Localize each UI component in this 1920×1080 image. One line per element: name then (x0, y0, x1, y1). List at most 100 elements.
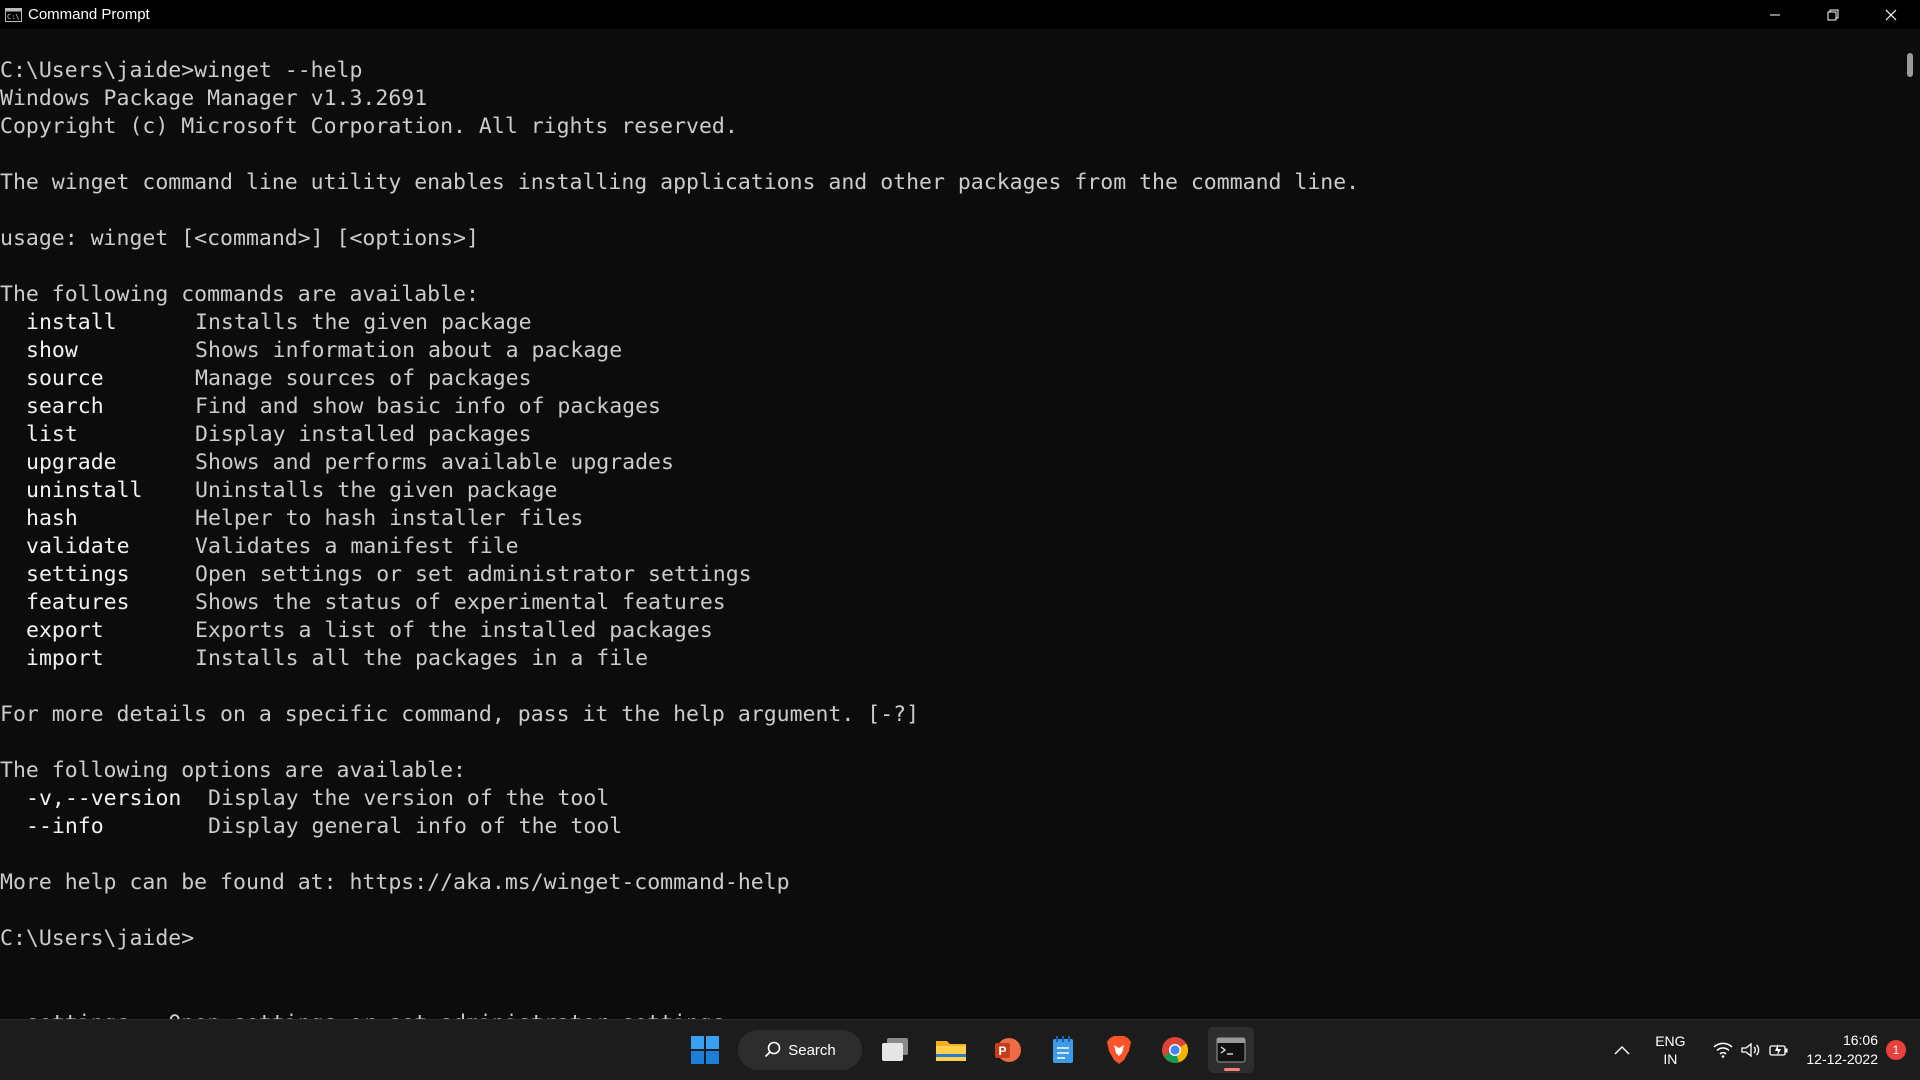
notification-badge[interactable]: 1 (1886, 1040, 1906, 1060)
title-bar[interactable]: C:\ Command Prompt (0, 0, 1920, 29)
command-name: upgrade (26, 450, 117, 475)
command-row: validate Validates a manifest file (0, 533, 1895, 561)
command-name: validate (26, 534, 130, 559)
start-button[interactable] (682, 1027, 728, 1073)
console-line: C:\Users\jaide>winget --help (0, 58, 363, 83)
option-row: --info Display general info of the tool (0, 813, 1895, 841)
command-row: export Exports a list of the installed pa… (0, 617, 1895, 645)
volume-icon (1741, 1042, 1760, 1058)
clock-button[interactable]: 16:06 12-12-2022 (1806, 1020, 1878, 1080)
quick-settings-button[interactable] (1708, 1020, 1794, 1080)
notepad-button[interactable] (1040, 1027, 1086, 1073)
folder-icon (936, 1041, 966, 1061)
search-label: Search (788, 1041, 836, 1059)
help-line: More help can be found at: https://aka.m… (0, 870, 790, 895)
option-name: --info (26, 814, 104, 839)
command-prompt-window: C:\ Command Prompt C:\Users\jaide>winget… (0, 0, 1920, 1019)
command-row: import Installs all the packages in a fil… (0, 645, 1895, 673)
window-title: Command Prompt (28, 6, 150, 23)
command-description: Display installed packages (195, 422, 532, 447)
command-description: Validates a manifest file (195, 534, 519, 559)
command-name: features (26, 590, 130, 615)
command-row: uninstall Uninstalls the given package (0, 477, 1895, 505)
wifi-icon (1713, 1042, 1733, 1058)
search-icon (765, 1041, 781, 1058)
console-line: Copyright (c) Microsoft Corporation. All… (0, 114, 738, 139)
console-line: usage: winget [<command>] [<options>] (0, 226, 479, 251)
powerpoint-button[interactable]: P (984, 1027, 1030, 1073)
brave-icon (1107, 1036, 1131, 1064)
clock-time: 16:06 (1842, 1032, 1878, 1048)
command-row: install Installs the given package (0, 309, 1895, 337)
command-description: Open settings or set administrator setti… (195, 562, 752, 587)
options-header: The following options are available: (0, 758, 466, 783)
command-name: uninstall (26, 478, 143, 503)
command-name: source (26, 366, 104, 391)
close-icon (1885, 9, 1897, 20)
system-tray: ENG IN 16:06 12-12-2022 1 (1602, 1020, 1920, 1080)
option-description: Display the version of the tool (208, 786, 610, 811)
console-line: The following commands are available: (0, 282, 479, 307)
vertical-scrollbar[interactable] (1895, 29, 1920, 1019)
command-prompt-icon (1216, 1037, 1246, 1063)
language-indicator[interactable]: ENG IN (1642, 1020, 1698, 1080)
taskbar-apps: Search P (682, 1026, 1254, 1074)
command-row: search Find and show basic info of packag… (0, 393, 1895, 421)
command-description: Shows information about a package (195, 338, 623, 363)
brave-browser-button[interactable] (1096, 1027, 1142, 1073)
minimize-button[interactable] (1746, 0, 1804, 29)
command-name: hash (26, 506, 78, 531)
option-description: Display general info of the tool (208, 814, 623, 839)
command-description: Exports a list of the installed packages (195, 618, 713, 643)
command-description: Shows and performs available upgrades (195, 450, 674, 475)
svg-text:P: P (999, 1044, 1007, 1058)
command-name: show (26, 338, 78, 363)
command-row: show Shows information about a package (0, 337, 1895, 365)
scrollbar-thumb[interactable] (1907, 53, 1913, 77)
command-description: Installs the given package (195, 310, 532, 335)
command-description: Shows the status of experimental feature… (195, 590, 726, 615)
terminal-button[interactable] (1208, 1027, 1254, 1073)
details-line: For more details on a specific command, … (0, 702, 920, 727)
notepad-icon (1053, 1036, 1073, 1063)
command-row: list Display installed packages (0, 421, 1895, 449)
command-description: Uninstalls the given package (195, 478, 558, 503)
task-view-button[interactable] (872, 1027, 918, 1073)
show-hidden-icons-button[interactable] (1602, 1020, 1642, 1080)
command-name: search (26, 394, 104, 419)
command-row: features Shows the status of experimental… (0, 589, 1895, 617)
minimize-icon (1770, 14, 1780, 15)
cmd-app-icon: C:\ (4, 7, 22, 22)
command-prompt-line[interactable]: C:\Users\jaide> (0, 925, 1895, 953)
console-line: The winget command line utility enables … (0, 170, 1360, 195)
active-indicator (1224, 1068, 1240, 1071)
command-description: Manage sources of packages (195, 366, 532, 391)
taskbar: Search P ENG IN 16:06 12-12-2022 1 (0, 1019, 1920, 1080)
taskbar-search-button[interactable]: Search (738, 1030, 862, 1070)
console-line: Windows Package Manager v1.3.2691 (0, 86, 428, 111)
command-row: hash Helper to hash installer files (0, 505, 1895, 533)
command-name: import (26, 646, 104, 671)
file-explorer-button[interactable] (928, 1027, 974, 1073)
command-description: Helper to hash installer files (195, 506, 584, 531)
windows-logo-icon (691, 1036, 719, 1064)
restore-button[interactable] (1804, 0, 1862, 29)
svg-text:C:\: C:\ (7, 13, 20, 21)
battery-charging-icon (1769, 1044, 1788, 1056)
chrome-icon (1162, 1037, 1189, 1063)
chrome-button[interactable] (1152, 1027, 1198, 1073)
command-name: export (26, 618, 104, 643)
close-button[interactable] (1862, 0, 1920, 29)
console-output[interactable]: C:\Users\jaide>winget --help Windows Pac… (0, 29, 1895, 1019)
command-name: install (26, 310, 117, 335)
ghost-console-line: settings Open settings or set administra… (0, 1010, 725, 1019)
chevron-up-icon (1614, 1046, 1630, 1055)
powerpoint-icon: P (995, 1038, 1021, 1062)
